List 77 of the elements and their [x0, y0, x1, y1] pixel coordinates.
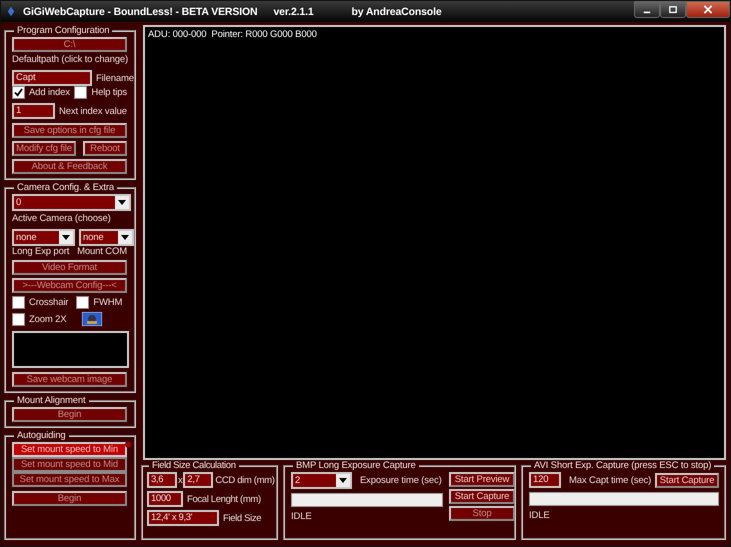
- status-label: IDLE: [291, 511, 313, 522]
- start-capture-button[interactable]: Start Capture: [655, 472, 719, 488]
- status-light-icon: [125, 441, 132, 448]
- group-title: Autoguiding: [16, 430, 67, 441]
- field-label: Long Exp port: [12, 246, 70, 257]
- save-image-button[interactable]: Save webcam image: [12, 372, 127, 387]
- dropdown-arrow-icon: [62, 235, 70, 240]
- speed-button[interactable]: Set mount speed to Max: [12, 472, 127, 487]
- field-label: Field Size: [223, 512, 262, 524]
- dropdown-arrow-icon: [121, 235, 129, 240]
- ccd-height-field[interactable]: 2,7: [183, 472, 214, 488]
- stop-button[interactable]: Stop: [449, 506, 515, 521]
- path-button[interactable]: C:\: [12, 37, 127, 52]
- version-label: ver.2.1.1: [273, 6, 314, 18]
- checkbox-label: Help tips: [91, 87, 127, 98]
- start-capture-button[interactable]: Start Capture: [449, 489, 515, 504]
- speed-button[interactable]: Set mount speed to Mid: [12, 457, 127, 472]
- app-icon: [7, 6, 15, 17]
- close-button[interactable]: [686, 1, 730, 18]
- group-title: Program Configuration: [16, 25, 110, 36]
- window-title: GiGiWebCapture - BoundLess! - BETA VERSION: [23, 6, 258, 18]
- group-title: AVI Short Exp. Capture (press ESC to stop): [533, 460, 712, 471]
- maximize-button[interactable]: [660, 1, 686, 18]
- minimize-button[interactable]: [634, 1, 660, 18]
- message-field[interactable]: [529, 492, 719, 506]
- focal-length-field[interactable]: 1000: [147, 491, 183, 507]
- maximize-icon: [668, 6, 678, 14]
- field-label: Next index value: [59, 106, 127, 116]
- dropdown[interactable]: 0: [12, 194, 131, 211]
- webcam-config-button[interactable]: >---Webcam Config---<: [12, 278, 127, 293]
- dropdown[interactable]: none: [12, 229, 75, 246]
- close-icon: [703, 5, 713, 14]
- field-size-field[interactable]: 12,4' x 9,3': [147, 510, 219, 526]
- field-label: Max Capt time (sec): [569, 474, 652, 486]
- field-label: Focal Lenght (mm): [187, 494, 261, 504]
- filename-field[interactable]: Capt: [12, 70, 92, 86]
- video-format-button[interactable]: Video Format: [12, 260, 127, 275]
- checkbox-label: Crosshair: [29, 297, 68, 308]
- dropdown-arrow-icon: [339, 478, 347, 483]
- checkbox-label: Add index: [29, 87, 70, 98]
- checkbox[interactable]: [12, 312, 25, 326]
- max-time-field[interactable]: 120: [529, 472, 561, 488]
- field-label: Filename: [96, 72, 134, 84]
- checkbox[interactable]: [12, 296, 25, 309]
- start-preview-button[interactable]: Start Preview: [449, 472, 515, 487]
- separator-label: x: [178, 474, 182, 486]
- modify-config-button[interactable]: Modify cfg file: [12, 141, 76, 156]
- checkbox-label: Zoom 2X: [29, 314, 66, 324]
- field-label: CCD dim (mm): [215, 474, 275, 486]
- path-hint: Defaultpath (click to change): [12, 54, 129, 66]
- author-label: by AndreaConsole: [352, 6, 442, 18]
- message-field[interactable]: [291, 493, 443, 507]
- checkbox[interactable]: [74, 86, 88, 99]
- checkbox[interactable]: [76, 296, 90, 309]
- pixel-readout: ADU: 000-000 Pointer: R000 G000 B000: [148, 29, 317, 40]
- field-label: Exposure time (sec): [360, 475, 442, 486]
- dropdown[interactable]: none: [79, 229, 134, 246]
- group-title: Field Size Calculation: [151, 460, 237, 471]
- index-field[interactable]: 1: [12, 103, 55, 119]
- image-icon[interactable]: [82, 312, 102, 326]
- save-options-button[interactable]: Save options in cfg file: [12, 123, 127, 138]
- field-label: Active Camera (choose): [12, 213, 112, 225]
- group-title: Mount Alignment: [16, 395, 87, 406]
- field-label: Mount COM: [77, 246, 127, 257]
- checkbox[interactable]: [12, 86, 25, 99]
- begin-button[interactable]: Begin: [12, 407, 127, 422]
- dropdown[interactable]: 2: [291, 472, 352, 489]
- begin-button[interactable]: Begin: [12, 491, 127, 506]
- reboot-button[interactable]: Reboot: [83, 141, 127, 156]
- group-title: Camera Config. & Extra: [16, 182, 116, 193]
- group-title: BMP Long Exposure Capture: [295, 460, 417, 471]
- speed-button[interactable]: Set mount speed to Min: [12, 442, 127, 457]
- checkbox-label: FWHM: [93, 297, 122, 308]
- about-button[interactable]: About & Feedback: [12, 159, 127, 174]
- status-label: IDLE: [529, 510, 551, 521]
- ccd-width-field[interactable]: 3,6: [147, 472, 177, 488]
- dropdown-arrow-icon: [118, 200, 126, 205]
